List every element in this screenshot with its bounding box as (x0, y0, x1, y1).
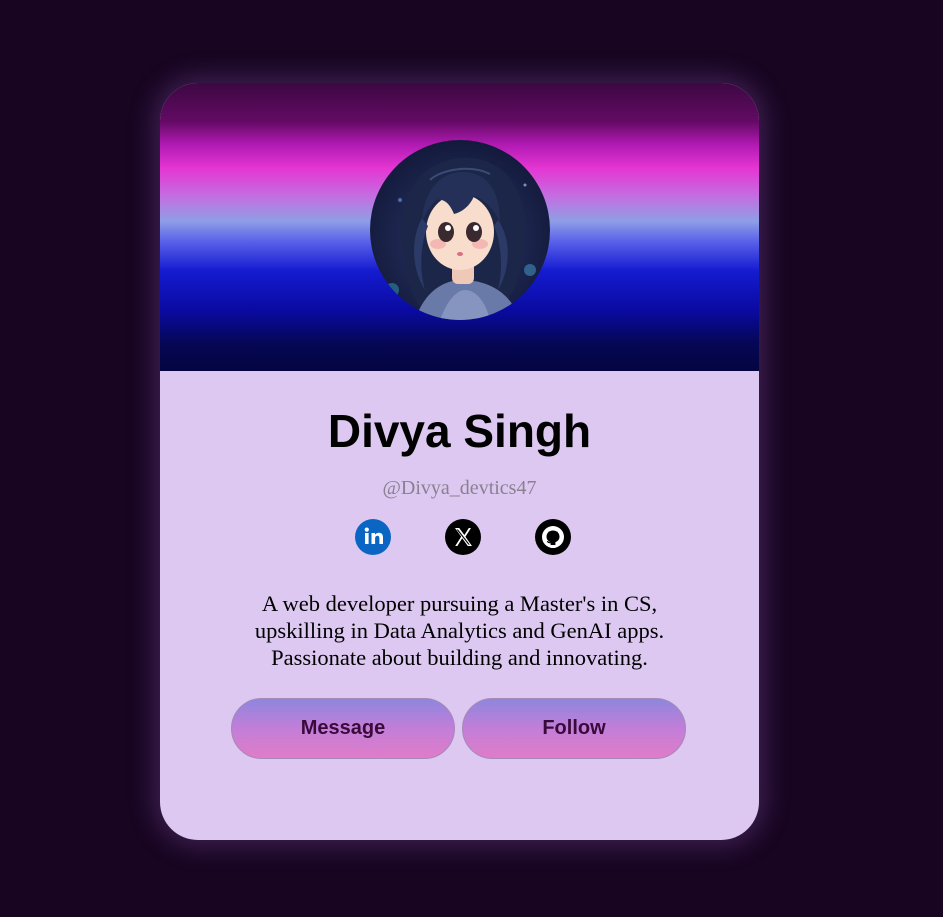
linkedin-link[interactable] (355, 519, 391, 555)
message-button[interactable]: Message (231, 698, 455, 759)
bio-line: A web developer pursuing a Master's in C… (261, 591, 658, 616)
github-icon (542, 526, 564, 548)
profile-handle: @Divya_devtics47 (382, 477, 537, 499)
bio-line: Passionate about building and innovating… (271, 645, 648, 670)
x-icon (455, 528, 472, 546)
avatar-illustration (385, 157, 536, 320)
x-link[interactable] (445, 519, 481, 555)
follow-button[interactable]: Follow (462, 698, 686, 759)
avatar (370, 140, 550, 320)
profile-name: Divya Singh (327, 405, 592, 457)
linkedin-icon (364, 527, 383, 544)
profile-card: Divya Singh @Divya_devtics47 A web devel… (160, 83, 759, 840)
github-link[interactable] (535, 519, 571, 555)
bio-line: upskilling in Data Analytics and GenAI a… (254, 618, 665, 643)
profile-bio: A web developer pursuing a Master's in C… (200, 590, 719, 671)
